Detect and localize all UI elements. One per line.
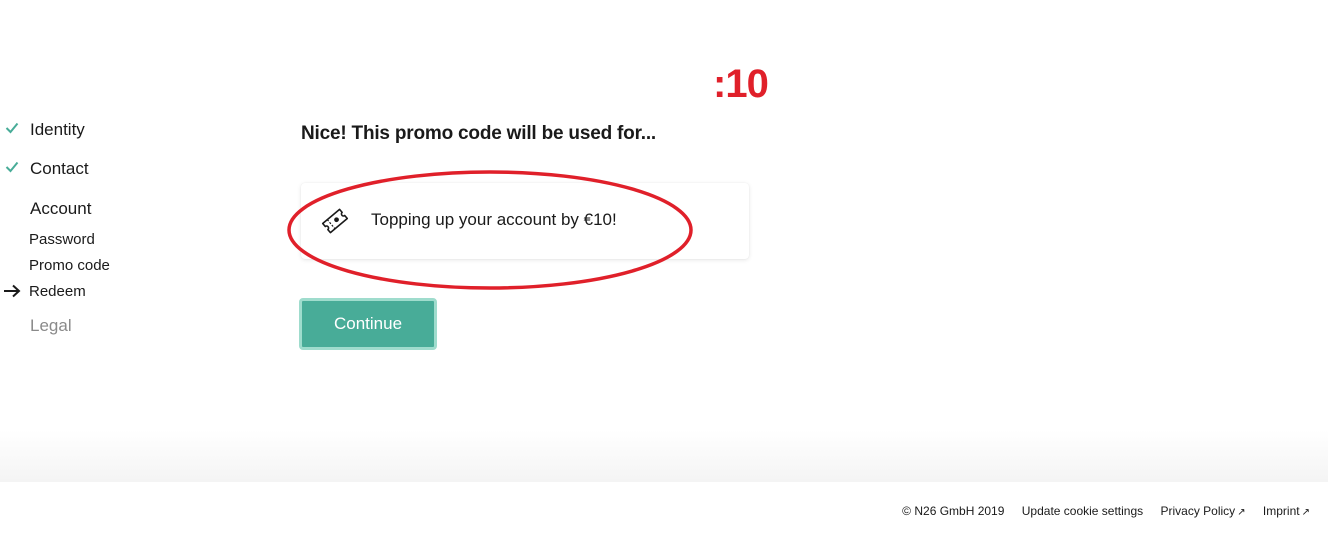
substep-password[interactable]: Password [29, 231, 95, 248]
footer-links: © N26 GmbH 2019 Update cookie settings P… [888, 504, 1310, 518]
footer-divider-shade [0, 430, 1328, 482]
continue-button[interactable]: Continue [299, 298, 437, 350]
checkmark-icon [5, 122, 19, 134]
footer: © N26 GmbH 2019 Update cookie settings P… [0, 482, 1328, 534]
page-title: Nice! This promo code will be used for..… [301, 123, 656, 144]
external-link-icon: ↗ [1237, 507, 1246, 518]
step-legal: Legal [30, 316, 72, 335]
step-identity[interactable]: Identity [30, 120, 85, 140]
imprint-label: Imprint [1262, 504, 1300, 518]
privacy-policy-link[interactable]: Privacy Policy ↗ [1161, 504, 1246, 518]
cookie-settings-link[interactable]: Update cookie settings [1022, 504, 1143, 518]
promo-description: Topping up your account by €10! [371, 210, 617, 229]
substep-promo-code[interactable]: Promo code [29, 257, 110, 274]
step-account: Account [30, 199, 92, 218]
ticket-icon [321, 208, 349, 234]
annotation-label: :10 [713, 62, 769, 106]
arrow-right-icon [4, 284, 21, 298]
imprint-link[interactable]: Imprint ↗ [1263, 504, 1310, 518]
privacy-policy-label: Privacy Policy [1160, 504, 1236, 518]
page: :10 Identity Contact Account Password Pr… [0, 0, 1328, 534]
step-contact[interactable]: Contact [30, 159, 89, 179]
external-link-icon: ↗ [1301, 507, 1310, 518]
promo-card: Topping up your account by €10! [301, 183, 749, 259]
substep-redeem: Redeem [29, 283, 86, 300]
copyright-text: © N26 GmbH 2019 [902, 504, 1005, 518]
checkmark-icon [5, 161, 19, 173]
